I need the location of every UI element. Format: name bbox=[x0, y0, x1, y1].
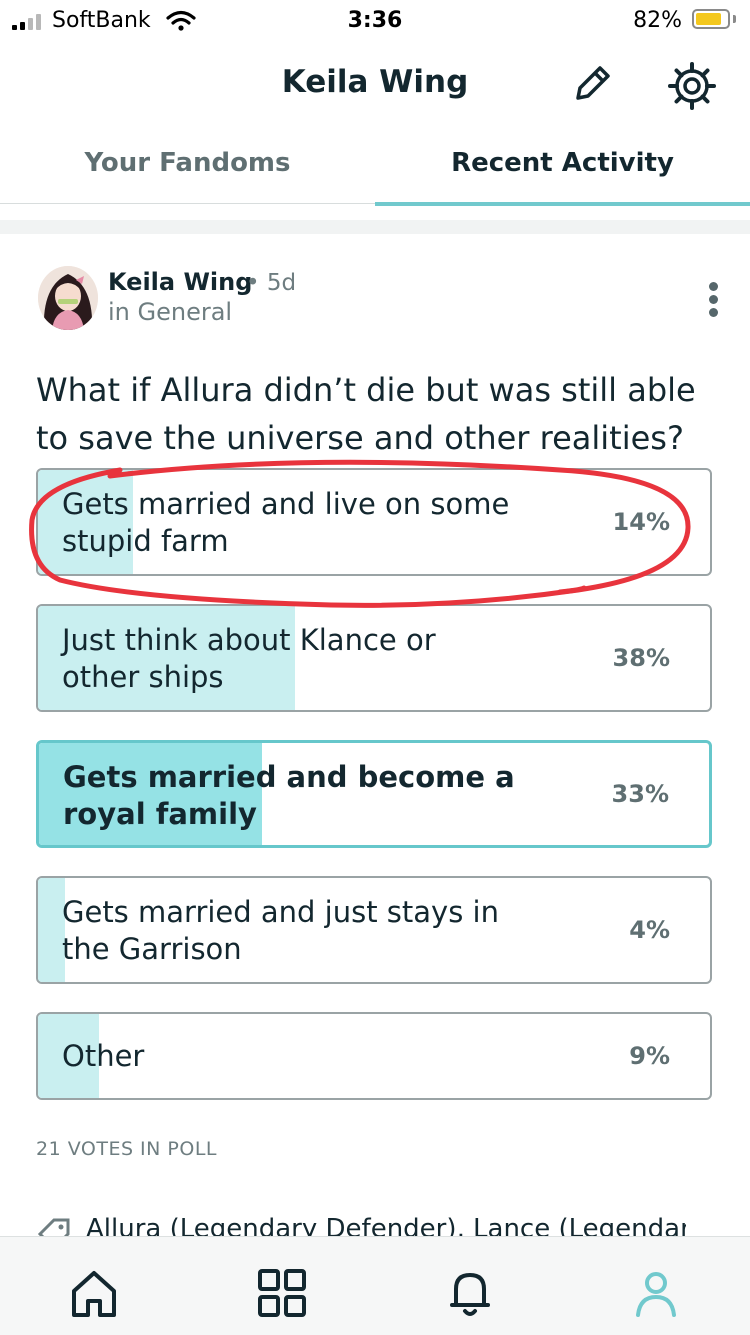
more-options-icon[interactable] bbox=[700, 280, 728, 320]
poll-option-label-line: other ships bbox=[62, 660, 224, 694]
poll-option[interactable]: Other 9% bbox=[36, 1012, 712, 1100]
poll-question: What if Allura didn’t die but was still … bbox=[36, 371, 696, 457]
bell-icon[interactable] bbox=[440, 1263, 500, 1323]
battery-percent: 82% bbox=[633, 8, 682, 33]
poll-option-percent: 38% bbox=[612, 644, 670, 672]
poll-option-label-line: the Garrison bbox=[62, 932, 242, 966]
bottom-nav bbox=[0, 1236, 750, 1335]
status-bar: SoftBank 3:36 82% bbox=[0, 0, 750, 44]
poll-option-label-line: royal family bbox=[63, 797, 257, 831]
poll-option-label-line: Just think about Klance or bbox=[62, 623, 436, 657]
poll-option-label-line: Other bbox=[62, 1039, 145, 1073]
page-title: Keila Wing bbox=[281, 64, 469, 100]
poll-option-percent: 9% bbox=[629, 1042, 670, 1070]
poll-option-selected[interactable]: Gets married and become a royal family 3… bbox=[36, 740, 712, 848]
avatar-illustration bbox=[38, 266, 98, 330]
post-community[interactable]: in General bbox=[108, 298, 232, 326]
tab-recent-activity[interactable]: Recent Activity bbox=[375, 148, 750, 178]
poll-option-percent: 33% bbox=[611, 780, 669, 808]
poll-option[interactable]: Gets married and live on some stupid far… bbox=[36, 468, 712, 576]
poll-option-label: Gets married and become a royal family bbox=[63, 759, 563, 833]
tab-your-fandoms[interactable]: Your Fandoms bbox=[0, 148, 375, 178]
edit-pencil-icon[interactable] bbox=[570, 62, 614, 106]
poll-option-label: Gets married and live on some stupid far… bbox=[62, 486, 562, 560]
poll-option-percent: 4% bbox=[629, 916, 670, 944]
avatar[interactable] bbox=[38, 266, 98, 330]
poll-option-label: Other bbox=[62, 1038, 562, 1075]
home-icon[interactable] bbox=[64, 1263, 124, 1323]
post-author[interactable]: Keila Wing bbox=[108, 268, 252, 296]
poll-option-label: Just think about Klance or other ships bbox=[62, 622, 562, 696]
battery-tip bbox=[733, 15, 736, 23]
battery-icon bbox=[692, 9, 730, 29]
poll-option-label-line: Gets married and live on some bbox=[62, 487, 510, 521]
poll-option-label-line: stupid farm bbox=[62, 524, 229, 558]
battery-level bbox=[696, 13, 721, 25]
active-tab-indicator bbox=[375, 202, 750, 206]
section-divider bbox=[0, 220, 750, 234]
poll-option-label: Gets married and just stays in the Garri… bbox=[62, 894, 562, 968]
gear-icon[interactable] bbox=[666, 60, 718, 112]
poll-option-percent: 14% bbox=[612, 508, 670, 536]
poll-option-label-line: Gets married and become a bbox=[63, 760, 515, 794]
profile-icon[interactable] bbox=[626, 1263, 686, 1323]
poll-vote-count: 21 VOTES IN POLL bbox=[36, 1138, 217, 1160]
poll-option[interactable]: Gets married and just stays in the Garri… bbox=[36, 876, 712, 984]
poll-option-label-line: Gets married and just stays in bbox=[62, 895, 499, 929]
grid-icon[interactable] bbox=[252, 1263, 312, 1323]
poll-option[interactable]: Just think about Klance or other ships 3… bbox=[36, 604, 712, 712]
post-timestamp: • 5d bbox=[246, 270, 297, 296]
poll-option-fill bbox=[38, 878, 65, 982]
